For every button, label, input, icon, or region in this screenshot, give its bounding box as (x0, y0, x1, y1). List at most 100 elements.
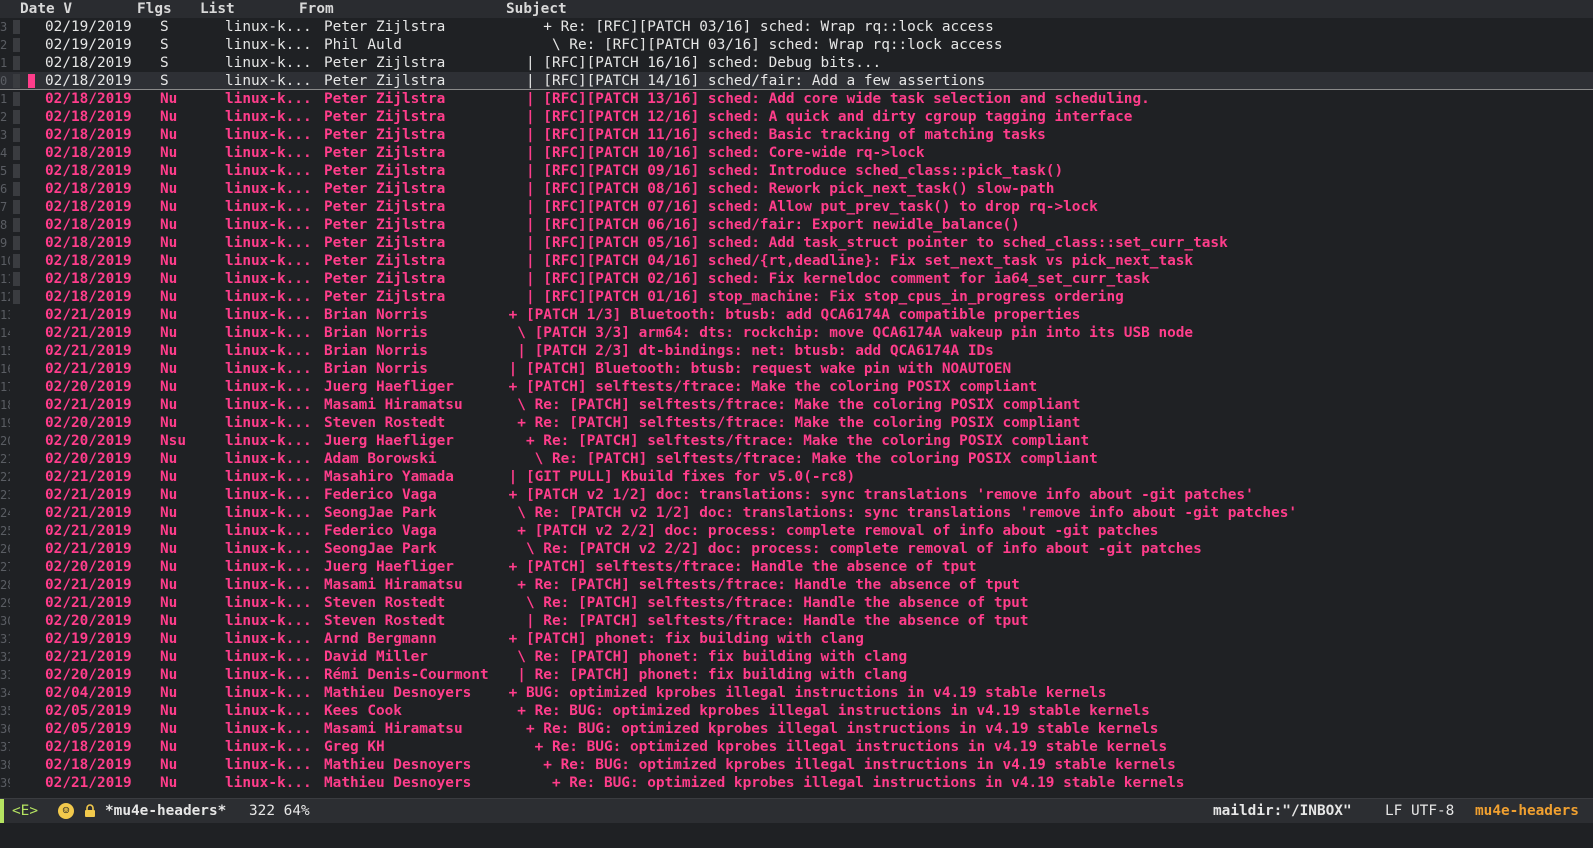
message-list-name: linux-k... (225, 469, 312, 485)
message-row[interactable]: 4 02/18/2019 Nu linux-k... Peter Zijlstra | … (0, 144, 1593, 162)
message-row[interactable]: 19 02/20/2019 Nu linux-k... Steven Rostedt +… (0, 414, 1593, 432)
message-row[interactable]: 26 02/21/2019 Nu linux-k... SeongJae Park \ … (0, 540, 1593, 558)
message-row[interactable]: 28 02/21/2019 Nu linux-k... Masami Hiramatsu… (0, 576, 1593, 594)
message-from: Peter Zijlstra (324, 145, 446, 161)
message-list-name: linux-k... (225, 577, 312, 593)
message-row[interactable]: 35 02/05/2019 Nu linux-k... Kees Cook + Re: … (0, 702, 1593, 720)
message-date: 02/04/2019 (45, 685, 132, 701)
message-list-name: linux-k... (225, 703, 312, 719)
line-number: 7 (0, 200, 8, 214)
message-row[interactable]: 25 02/21/2019 Nu linux-k... Federico Vaga + … (0, 522, 1593, 540)
fringe-mark (13, 254, 20, 268)
message-row[interactable]: 5 02/18/2019 Nu linux-k... Peter Zijlstra | … (0, 162, 1593, 180)
message-flags: Nu (160, 199, 178, 215)
message-subject: | [RFC][PATCH 08/16] sched: Rework pick_… (448, 181, 1055, 197)
message-subject: | [RFC][PATCH 05/16] sched: Add task_str… (448, 235, 1228, 251)
message-list-name: linux-k... (225, 289, 312, 305)
message-flags: Nu (160, 523, 178, 539)
column-subject[interactable]: Subject (506, 1, 567, 17)
message-flags: Nu (160, 757, 178, 773)
message-row[interactable]: 12 02/18/2019 Nu linux-k... Peter Zijlstra |… (0, 288, 1593, 306)
message-row[interactable]: 16 02/21/2019 Nu linux-k... Brian Norris | [… (0, 360, 1593, 378)
message-subject: + Re: [PATCH] selftests/ftrace: Make the… (448, 433, 1090, 449)
message-row[interactable]: 23 02/21/2019 Nu linux-k... Federico Vaga + … (0, 486, 1593, 504)
message-from: Peter Zijlstra (324, 199, 446, 215)
message-row[interactable]: 2 02/18/2019 Nu linux-k... Peter Zijlstra | … (0, 108, 1593, 126)
message-row[interactable]: 3902/21/2019Nulinux-k...Mathieu Desnoyer… (0, 774, 1593, 792)
message-row[interactable]: 30 02/20/2019 Nu linux-k... Steven Rostedt |… (0, 612, 1593, 630)
fringe-mark (13, 20, 20, 34)
modeline-indicator (0, 799, 4, 823)
message-from: Brian Norris (324, 307, 428, 323)
message-from: Peter Zijlstra (324, 91, 446, 107)
message-row[interactable]: 14 02/21/2019 Nu linux-k... Brian Norris \ [… (0, 324, 1593, 342)
message-row[interactable]: 2202/21/2019Nulinux-k...Masahiro Yamada … (0, 468, 1593, 486)
buffer-position: 322 64% (249, 803, 310, 819)
column-flags[interactable]: Flgs (137, 1, 172, 17)
message-row[interactable]: 8 02/18/2019 Nu linux-k... Peter Zijlstra | … (0, 216, 1593, 234)
message-row[interactable]: 1702/20/2019Nulinux-k...Juerg Haefliger … (0, 378, 1593, 396)
message-date: 02/20/2019 (45, 415, 132, 431)
message-row[interactable]: 29 02/21/2019 Nu linux-k... Steven Rostedt \… (0, 594, 1593, 612)
line-number: 18 (0, 398, 10, 412)
message-row[interactable]: 0 02/18/2019 Slinux-k... Peter Zijlstra | [… (0, 72, 1593, 90)
message-row[interactable]: 9 02/18/2019 Nu linux-k... Peter Zijlstra | … (0, 234, 1593, 252)
message-list-name: linux-k... (225, 667, 312, 683)
message-row[interactable]: 36 02/05/2019 Nu linux-k... Masami Hiramatsu… (0, 720, 1593, 738)
message-row[interactable]: 6 02/18/2019 Nu linux-k... Peter Zijlstra | … (0, 180, 1593, 198)
message-row[interactable]: 7 02/18/2019 Nu linux-k... Peter Zijlstra | … (0, 198, 1593, 216)
message-row[interactable]: 11 02/18/2019 Nu linux-k... Peter Zijlstra |… (0, 270, 1593, 288)
line-number: 13 (0, 308, 10, 322)
column-from[interactable]: From (299, 1, 334, 17)
message-list-name: linux-k... (225, 595, 312, 611)
message-from: Peter Zijlstra (324, 73, 446, 89)
message-subject: \ Re: [PATCH] selftests/ftrace: Make the… (448, 451, 1098, 467)
message-row[interactable]: 21 02/20/2019 Nu linux-k... Adam Borowski \ … (0, 450, 1593, 468)
message-row[interactable]: 32 02/21/2019 Nu linux-k... David Miller \ R… (0, 648, 1593, 666)
major-mode[interactable]: mu4e-headers (1475, 799, 1579, 823)
message-row[interactable]: 3 02/18/2019 Nu linux-k... Peter Zijlstra | … (0, 126, 1593, 144)
line-number: 6 (0, 182, 8, 196)
message-flags: Nu (160, 649, 178, 665)
message-row[interactable]: 18 02/21/2019 Nu linux-k... Masami Hiramatsu… (0, 396, 1593, 414)
message-list-name: linux-k... (225, 235, 312, 251)
maildir-label[interactable]: maildir:"/INBOX" (1213, 799, 1352, 823)
message-row[interactable]: 20 02/20/2019 Nsu linux-k... Juerg Haefliger… (0, 432, 1593, 450)
message-row[interactable]: 13 02/21/2019 Nu linux-k... Brian Norris + [… (0, 306, 1593, 324)
message-subject: | Re: [PATCH] phonet: fix building with … (448, 667, 908, 683)
message-row[interactable]: 10 02/18/2019 Nu linux-k... Peter Zijlstra |… (0, 252, 1593, 270)
buffer-name[interactable]: *mu4e-headers* (105, 799, 226, 823)
message-row[interactable]: 2702/20/2019Nulinux-k...Juerg Haefliger … (0, 558, 1593, 576)
message-list-name: linux-k... (225, 91, 312, 107)
message-row[interactable]: 24 02/21/2019 Nu linux-k... SeongJae Park \ … (0, 504, 1593, 522)
message-date: 02/19/2019 (45, 37, 132, 53)
line-number: 5 (0, 164, 8, 178)
message-subject: + Re: BUG: optimized kprobes illegal ins… (448, 703, 1150, 719)
column-date[interactable]: Date V (20, 1, 72, 17)
message-flags: Nu (160, 145, 178, 161)
column-list[interactable]: List (200, 1, 235, 17)
message-from: Brian Norris (324, 361, 428, 377)
encoding-label[interactable]: LF UTF-8 (1385, 799, 1454, 823)
line-number: 32 (0, 650, 10, 664)
message-row[interactable]: 3802/18/2019Nulinux-k...Mathieu Desnoyer… (0, 756, 1593, 774)
line-number: 29 (0, 596, 10, 610)
message-subject: | [RFC][PATCH 16/16] sched: Debug bits..… (448, 55, 882, 71)
message-list-name: linux-k... (225, 343, 312, 359)
message-date: 02/18/2019 (45, 271, 132, 287)
message-row[interactable]: 1 02/18/2019 Slinux-k... Peter Zijlstra | [… (0, 54, 1593, 72)
message-row[interactable]: 1 02/18/2019 Nu linux-k... Peter Zijlstra | … (0, 90, 1593, 108)
message-row[interactable]: 3302/20/2019Nulinux-k...Rémi Denis-Courm… (0, 666, 1593, 684)
line-number: 3 (0, 128, 8, 142)
message-row[interactable]: 3402/04/2019Nulinux-k...Mathieu Desnoyer… (0, 684, 1593, 702)
message-row[interactable]: 3 02/19/2019 Slinux-k... Peter Zijlstra + R… (0, 18, 1593, 36)
message-row[interactable]: 15 02/21/2019 Nu linux-k... Brian Norris | [… (0, 342, 1593, 360)
message-subject: + BUG: optimized kprobes illegal instruc… (448, 685, 1107, 701)
line-number: 23 (0, 488, 10, 502)
message-row[interactable]: 31 02/19/2019 Nu linux-k... Arnd Bergmann + … (0, 630, 1593, 648)
minibuffer[interactable] (0, 823, 1593, 848)
message-date: 02/19/2019 (45, 19, 132, 35)
message-row[interactable]: 2 02/19/2019 Slinux-k... Phil Auld \ Re: [R… (0, 36, 1593, 54)
message-row[interactable]: 37 02/18/2019 Nu linux-k... Greg KH + Re: BU… (0, 738, 1593, 756)
message-flags: Nu (160, 739, 178, 755)
